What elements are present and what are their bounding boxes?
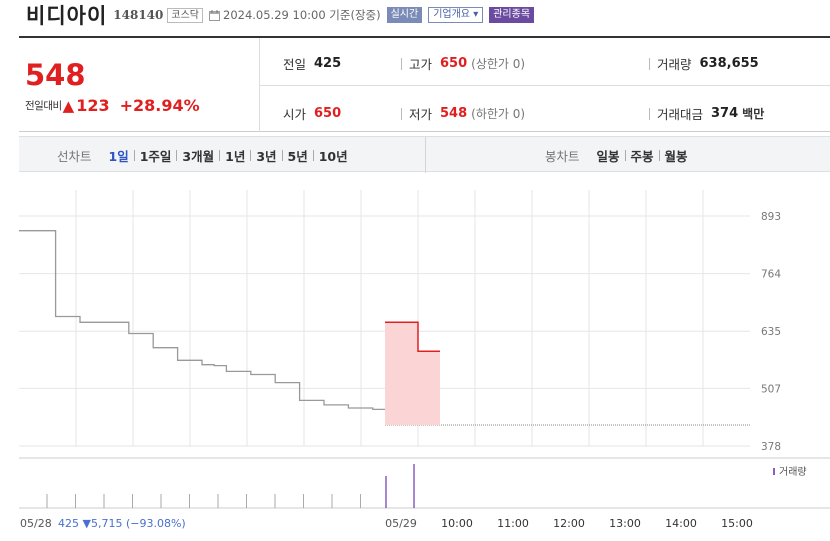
- candle-chart-tabs: 봉차트 일봉 주봉 월봉: [545, 137, 693, 173]
- calendar-icon: [209, 9, 220, 21]
- x-tick-label: 10:00: [441, 517, 473, 530]
- line-chart-tabs: 선차트 1일 1주일 3개월 1년 3년 5년 10년: [57, 137, 353, 173]
- current-price: 548: [25, 58, 86, 92]
- today-area: [385, 322, 440, 426]
- low-label: 저가: [409, 106, 433, 122]
- x-tick-label: 05/28: [20, 517, 52, 530]
- today-line: [385, 321, 440, 353]
- volume-chart: [46, 464, 415, 508]
- high-cell: 고가 650 (상한가 0): [409, 53, 525, 73]
- y-tick-label: 507: [761, 383, 781, 395]
- chart-period-tabs: 선차트 1일 1주일 3개월 1년 3년 5년 10년 봉차트 일봉 주봉 월봉: [19, 136, 830, 173]
- line-chart-caption: 선차트: [57, 148, 92, 164]
- chevron-down-icon: ▾: [473, 9, 479, 20]
- price-change-row: 전일대비 ▲ 123 +28.94%: [25, 96, 200, 115]
- volume-value: 638,655: [699, 55, 759, 71]
- y-tick-label: 635: [761, 326, 781, 338]
- tab-1week[interactable]: 1주일: [135, 146, 177, 165]
- change-label: 전일대비: [25, 100, 62, 112]
- x-tick-label: 05/29: [385, 517, 417, 530]
- realtime-button[interactable]: 실시간: [386, 7, 423, 23]
- tab-daily-candle[interactable]: 일봉: [592, 146, 625, 165]
- tab-3year[interactable]: 3년: [251, 146, 281, 165]
- panel-divider: [260, 85, 830, 86]
- prev-day-line: [19, 230, 385, 411]
- tab-5year[interactable]: 5년: [283, 146, 313, 165]
- divider: [649, 58, 650, 70]
- y-tick-label: 764: [761, 269, 781, 281]
- x-tick-label: 11:00: [497, 517, 529, 530]
- change-percent: +28.94%: [119, 96, 200, 115]
- low-value: 548: [440, 105, 468, 121]
- high-note: (상한가 0): [471, 56, 526, 71]
- divider: [401, 58, 402, 70]
- open-value: 650: [314, 105, 342, 121]
- quote-datetime: 2024.05.29 10:00 기준(장중): [223, 8, 381, 22]
- stock-name: 비디아이: [26, 4, 108, 28]
- tab-10year[interactable]: 10년: [314, 146, 353, 165]
- x-tick-label: 13:00: [609, 517, 641, 530]
- prev-close-value: 425: [314, 55, 342, 71]
- tab-weekly-candle[interactable]: 주봉: [626, 146, 659, 165]
- change-value: 123: [76, 96, 110, 115]
- tab-3month[interactable]: 3개월: [177, 146, 219, 165]
- amount-unit: 백만: [742, 106, 765, 121]
- chart-series: [19, 230, 750, 426]
- company-overview-dropdown[interactable]: 기업개요 ▾: [428, 7, 484, 23]
- tabs-divider: [425, 137, 426, 173]
- low-note: (하한가 0): [471, 106, 526, 121]
- high-label: 고가: [409, 56, 433, 72]
- tab-1day[interactable]: 1일: [104, 146, 134, 165]
- prev-close-cell: 전일 425: [283, 53, 341, 73]
- current-price-box: 548 전일대비 ▲ 123 +28.94%: [19, 38, 260, 132]
- y-tick-label: 893: [761, 211, 781, 223]
- divider: [401, 108, 402, 120]
- prev-day-footer: 425 ▼5,715 (−93.08%): [58, 517, 186, 530]
- company-overview-label: 기업개요: [433, 9, 471, 20]
- volume-label: 거래량: [657, 56, 692, 72]
- volume-cell: 거래량 638,655: [657, 53, 759, 73]
- tab-1year[interactable]: 1년: [220, 146, 250, 165]
- x-tick-label: 12:00: [553, 517, 585, 530]
- price-summary-panel: 548 전일대비 ▲ 123 +28.94% 전일 425 고가 650 (상한…: [19, 36, 830, 132]
- chart-grid: [19, 190, 830, 509]
- x-tick-label: 14:00: [665, 517, 697, 530]
- up-triangle-icon: ▲: [62, 96, 75, 115]
- managed-stock-badge: 관리종목: [489, 7, 535, 23]
- prev-close-label: 전일: [283, 56, 307, 72]
- tab-monthly-candle[interactable]: 월봉: [660, 146, 693, 165]
- stock-header: 비디아이 148140 코스닥 2024.05.29 10:00 기준(장중) …: [26, 2, 535, 28]
- amount-value: 374: [711, 105, 739, 121]
- chart-labels: 893 764 635 507 378 05/29 10:00 11:00 12:00 13:00…: [385, 211, 781, 530]
- volume-legend-swatch: [773, 468, 775, 475]
- open-label: 시가: [283, 106, 307, 122]
- divider: [649, 108, 650, 120]
- amount-cell: 거래대금 374 백만: [657, 103, 764, 123]
- amount-label: 거래대금: [657, 106, 704, 122]
- x-tick-label: 15:00: [721, 517, 753, 530]
- high-value: 650: [440, 55, 468, 71]
- market-badge: 코스닥: [167, 7, 203, 23]
- candle-chart-caption: 봉차트: [545, 148, 580, 164]
- low-cell: 저가 548 (하한가 0): [409, 103, 525, 123]
- y-tick-label: 378: [761, 441, 781, 453]
- open-cell: 시가 650: [283, 103, 341, 123]
- stock-code: 148140: [113, 8, 164, 22]
- volume-legend: 거래량: [779, 466, 807, 478]
